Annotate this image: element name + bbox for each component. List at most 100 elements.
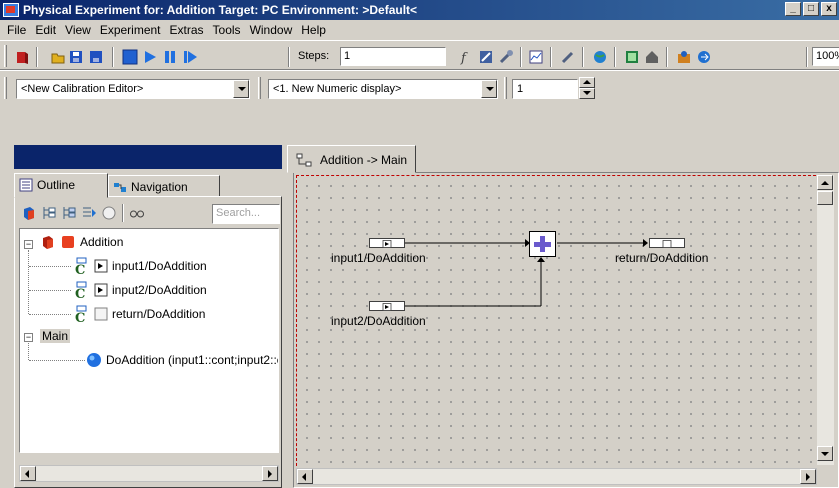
output-port-icon xyxy=(662,240,672,248)
title-bar[interactable]: Physical Experiment for: Addition Target… xyxy=(0,0,839,20)
close-button[interactable]: x xyxy=(821,2,837,16)
formula-icon[interactable]: f xyxy=(458,49,474,65)
model-icon xyxy=(43,236,53,249)
chevron-down-icon[interactable] xyxy=(233,80,249,98)
tree-item-doaddition[interactable]: DoAddition (input1::cont;input2::cont) xyxy=(86,352,278,368)
package-icon[interactable] xyxy=(676,49,692,65)
tab-addition-main[interactable]: Addition -> Main xyxy=(287,145,417,173)
open-folder-icon[interactable] xyxy=(50,49,66,65)
diagram-canvas[interactable]: input1/DoAddition input2/DoAddition retu… xyxy=(296,175,816,466)
numeric-spin-input[interactable]: 1 xyxy=(512,79,578,99)
plus-icon xyxy=(534,236,551,252)
tab-outline[interactable]: Outline xyxy=(14,173,108,198)
input1-port-block[interactable] xyxy=(369,238,405,248)
menu-window[interactable]: Window xyxy=(247,23,299,37)
toolbar-gripper[interactable] xyxy=(4,77,7,99)
toolbar-gripper[interactable] xyxy=(4,45,7,67)
model-icon[interactable] xyxy=(21,205,37,221)
menu-bar: File Edit View Experiment Extras Tools W… xyxy=(0,20,839,40)
exit-icon[interactable] xyxy=(14,49,30,65)
tree-item-label: DoAddition (input1::cont;input2::cont) xyxy=(106,353,278,367)
return-port-block[interactable] xyxy=(649,238,685,248)
canvas-vertical-scrollbar[interactable] xyxy=(817,175,834,465)
spin-up-button[interactable] xyxy=(579,77,595,88)
tree-item-addition[interactable]: Addition xyxy=(40,234,123,250)
calibration-editor-select[interactable]: <New Calibration Editor> xyxy=(16,79,250,99)
toolbar-separator xyxy=(666,47,668,67)
minimize-button[interactable]: _ xyxy=(785,2,801,16)
svg-text:C: C xyxy=(75,311,85,323)
scroll-right-button[interactable] xyxy=(800,469,816,484)
menu-extras[interactable]: Extras xyxy=(167,23,210,37)
class-icon xyxy=(62,236,74,248)
globe-icon[interactable] xyxy=(592,49,608,65)
menu-experiment[interactable]: Experiment xyxy=(97,23,167,37)
input-port-icon xyxy=(94,283,108,297)
adder-block[interactable] xyxy=(529,231,556,257)
tree-horizontal-scrollbar[interactable] xyxy=(19,465,279,482)
tree-line xyxy=(29,290,71,291)
scroll-thumb[interactable] xyxy=(817,191,833,205)
menu-help[interactable]: Help xyxy=(298,23,332,37)
layout-icon[interactable] xyxy=(624,49,640,65)
house-icon[interactable] xyxy=(644,49,660,65)
toolbar-separator xyxy=(112,47,114,67)
zoom-input[interactable]: 100% xyxy=(812,47,839,66)
canvas-horizontal-scrollbar[interactable] xyxy=(296,468,817,485)
filter-icon[interactable] xyxy=(81,205,97,221)
spin-down-button[interactable] xyxy=(579,88,595,99)
input2-label: input2/DoAddition xyxy=(331,314,426,328)
scroll-up-button[interactable] xyxy=(817,175,833,190)
edit-icon[interactable] xyxy=(478,49,494,65)
numeric-display-select[interactable]: <1. New Numeric display> xyxy=(268,79,498,99)
input-port-icon xyxy=(382,240,392,248)
tree-line xyxy=(28,250,29,314)
tree-item-input1[interactable]: C input1/DoAddition xyxy=(72,257,207,275)
menu-edit[interactable]: Edit xyxy=(32,23,62,37)
tree-item-label: input1/DoAddition xyxy=(112,259,207,273)
brush-icon[interactable] xyxy=(560,49,576,65)
navigation-icon xyxy=(114,183,126,192)
menu-file[interactable]: File xyxy=(4,23,32,37)
pause-icon[interactable] xyxy=(162,49,178,65)
scroll-down-button[interactable] xyxy=(817,446,833,461)
search-input[interactable]: Search... xyxy=(212,204,280,224)
save-all-icon[interactable] xyxy=(88,49,104,65)
tree-view-icon[interactable] xyxy=(61,205,77,221)
menu-view[interactable]: View xyxy=(62,23,97,37)
step-icon[interactable] xyxy=(182,49,198,65)
window-title: Physical Experiment for: Addition Target… xyxy=(23,3,418,17)
sphere-icon[interactable] xyxy=(101,205,117,221)
tools-icon[interactable] xyxy=(498,49,514,65)
tab-navigation[interactable]: Navigation xyxy=(108,175,220,197)
steps-input[interactable]: 1 xyxy=(340,47,446,66)
input2-port-block[interactable] xyxy=(369,301,405,311)
scroll-right-button[interactable] xyxy=(262,466,278,481)
chevron-down-icon[interactable] xyxy=(481,80,497,98)
menu-tools[interactable]: Tools xyxy=(210,23,247,37)
collapse-icon[interactable]: − xyxy=(24,333,33,342)
play-icon[interactable] xyxy=(142,49,158,65)
scroll-left-button[interactable] xyxy=(297,469,313,484)
transfer-icon[interactable] xyxy=(696,49,712,65)
tree-item-return[interactable]: C return/DoAddition xyxy=(72,305,205,323)
outline-tree: − Addition C input1/DoAddition C input2/… xyxy=(19,228,279,453)
toolbar-gripper[interactable] xyxy=(504,77,507,99)
collapse-icon[interactable]: − xyxy=(24,240,33,249)
toolbar-gripper[interactable] xyxy=(258,77,261,99)
chart-icon[interactable] xyxy=(528,49,544,65)
scroll-left-button[interactable] xyxy=(20,466,36,481)
tree-line xyxy=(29,360,85,361)
save-icon[interactable] xyxy=(68,49,84,65)
app-icon xyxy=(3,3,19,17)
tree-item-main[interactable]: Main xyxy=(40,329,71,343)
stop-icon[interactable] xyxy=(122,49,138,65)
diagram-icon xyxy=(296,153,312,167)
tree-item-input2[interactable]: C input2/DoAddition xyxy=(72,281,207,299)
hierarchy-icon[interactable] xyxy=(41,205,57,221)
input-port-icon xyxy=(382,303,392,311)
process-icon xyxy=(87,353,101,367)
maximize-button[interactable]: □ xyxy=(803,2,819,16)
toolbar-separator xyxy=(550,47,552,67)
glasses-icon[interactable] xyxy=(129,206,145,220)
